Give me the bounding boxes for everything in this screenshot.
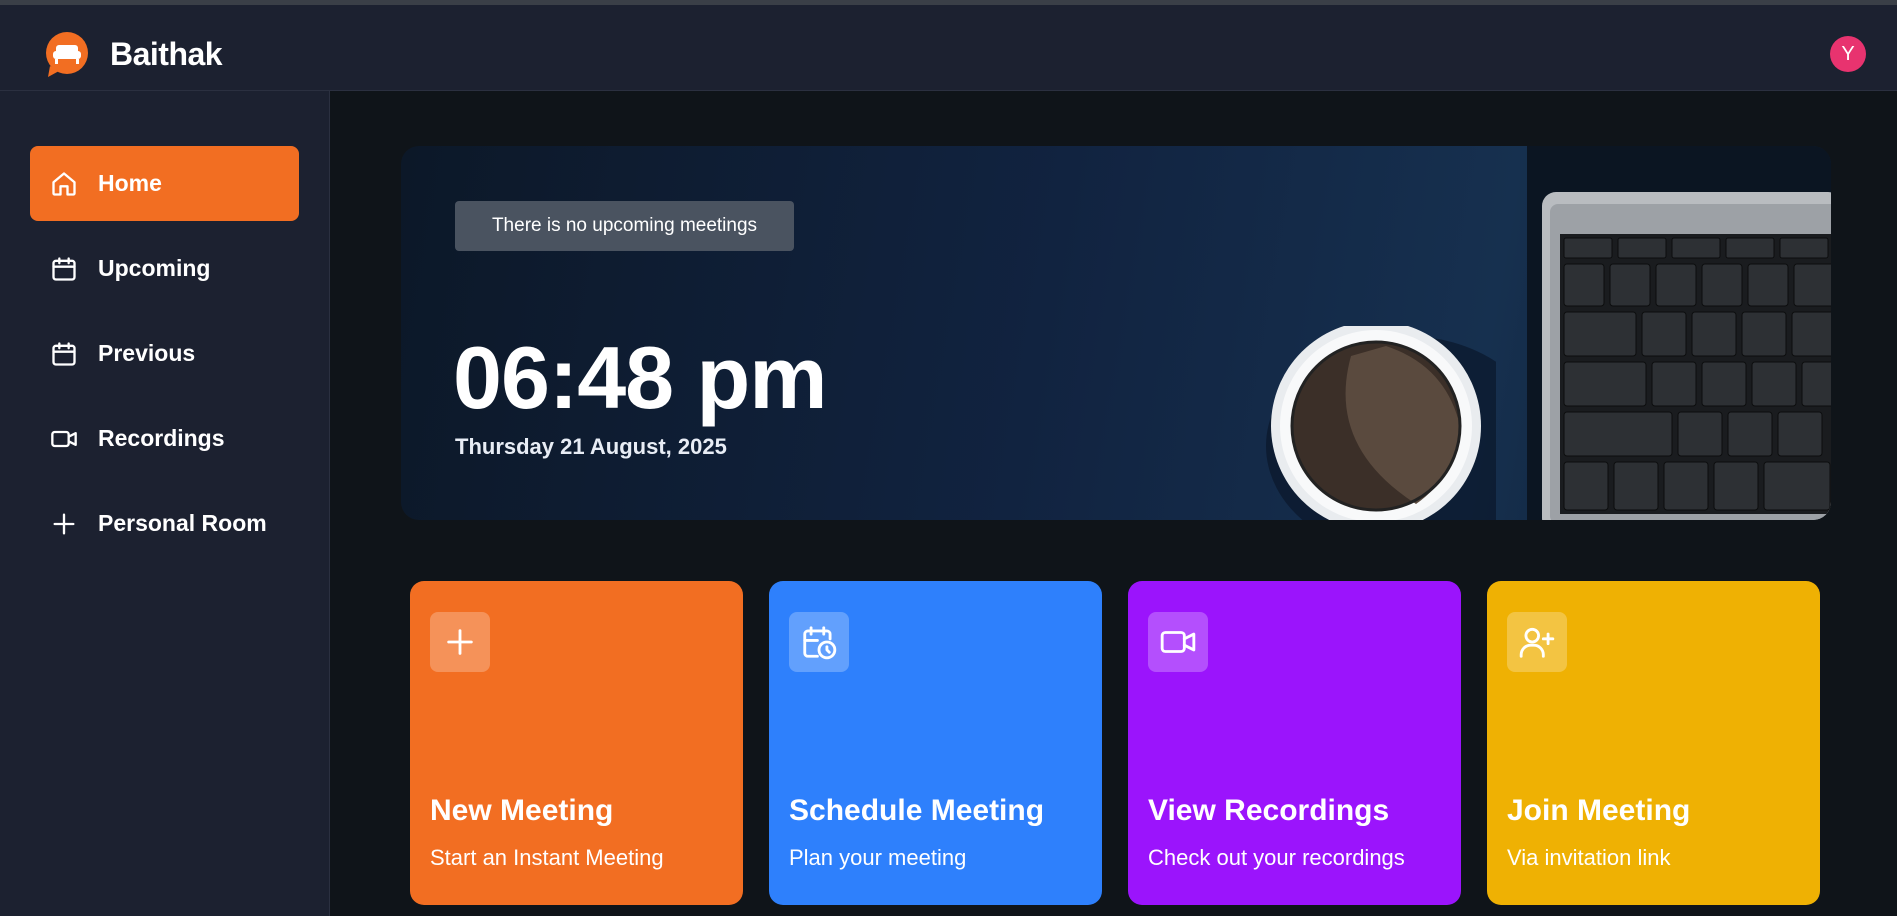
sidebar-item-label: Home: [98, 170, 162, 196]
sidebar-item-label: Previous: [98, 340, 196, 366]
video-icon: [1148, 612, 1208, 672]
card-title: View Recordings: [1148, 794, 1390, 827]
hero-banner: There is no upcoming meetings 06:48 pm T…: [401, 146, 1831, 520]
plus-icon: [48, 508, 80, 540]
card-subtitle: Via invitation link: [1507, 845, 1671, 870]
current-time: 06:48 pm: [453, 328, 828, 427]
home-icon: [48, 168, 80, 200]
card-title: Schedule Meeting: [789, 794, 1045, 827]
top-navbar: Baithak Y: [0, 5, 1897, 91]
coffee-cup-image: [1266, 326, 1496, 520]
join-meeting-card[interactable]: Join Meeting Via invitation link: [1487, 581, 1820, 905]
sidebar-item-previous[interactable]: Previous: [30, 316, 299, 391]
card-title: Join Meeting: [1507, 794, 1691, 827]
upcoming-meeting-badge: There is no upcoming meetings: [455, 201, 794, 251]
calendar-icon: [48, 253, 80, 285]
video-icon: [48, 423, 80, 455]
brand-name[interactable]: Baithak: [110, 36, 223, 73]
card-subtitle: Plan your meeting: [789, 845, 967, 870]
card-subtitle: Check out your recordings: [1148, 845, 1405, 870]
sidebar-item-home[interactable]: Home: [30, 146, 299, 221]
logo-icon[interactable]: [44, 32, 90, 78]
sidebar-item-recordings[interactable]: Recordings: [30, 401, 299, 476]
sidebar-item-label: Recordings: [98, 425, 225, 451]
calendar-icon: [48, 338, 80, 370]
current-date: Thursday 21 August, 2025: [455, 434, 727, 459]
sidebar-item-upcoming[interactable]: Upcoming: [30, 231, 299, 306]
card-title: New Meeting: [430, 794, 614, 827]
calendar-clock-icon: [789, 612, 849, 672]
sidebar: Home Upcoming Previous Recordings Person…: [0, 91, 330, 916]
sidebar-item-personal-room[interactable]: Personal Room: [30, 486, 299, 561]
laptop-image: [1527, 146, 1831, 520]
sidebar-item-label: Upcoming: [98, 255, 211, 281]
view-recordings-card[interactable]: View Recordings Check out your recording…: [1128, 581, 1461, 905]
plus-icon: [430, 612, 490, 672]
schedule-meeting-card[interactable]: Schedule Meeting Plan your meeting: [769, 581, 1102, 905]
sidebar-item-label: Personal Room: [98, 510, 267, 536]
card-subtitle: Start an Instant Meeting: [430, 845, 664, 870]
user-avatar[interactable]: Y: [1830, 36, 1866, 72]
new-meeting-card[interactable]: New Meeting Start an Instant Meeting: [410, 581, 743, 905]
user-plus-icon: [1507, 612, 1567, 672]
